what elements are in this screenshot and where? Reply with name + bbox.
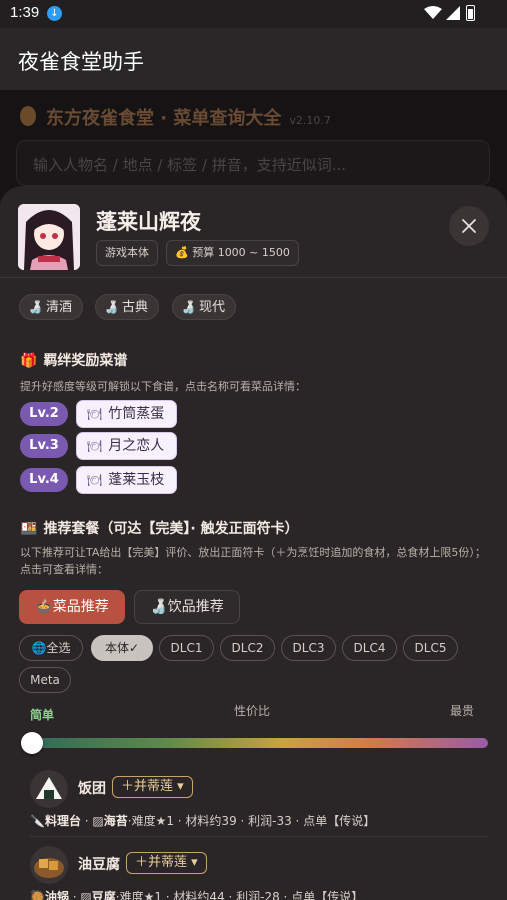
fried-tofu-icon <box>30 846 68 884</box>
app-bar: 夜雀食堂助手 <box>0 28 507 90</box>
bond-dish-label: 月之恋人 <box>108 438 165 454</box>
dish-tool: 油锅 <box>44 890 69 900</box>
level-badge: Lv.2 <box>20 402 68 426</box>
status-bar: 1:39 ↓ <box>0 0 507 28</box>
dish-meta: 🥘油锅 · ▨豆腐·难度★1 · 材料约44 · 利润-28 · 点单【传说】 <box>30 888 363 900</box>
recommend-section-title: 🍱 推荐套餐（可达【完美】· 触发正面符卡） <box>20 518 299 538</box>
dish-meta-text: ·难度★1 · 材料约44 · 利润-28 · 点单【传说】 <box>115 890 364 900</box>
bond-dish-label: 竹筒蒸蛋 <box>108 406 165 422</box>
background-title-text: 东方夜雀食堂 · 菜单查询大全 <box>46 108 282 129</box>
add-ingredient-label: ＋并蒂莲 <box>135 855 188 870</box>
filter-meta[interactable]: Meta <box>19 667 71 693</box>
add-ingredient-label: ＋并蒂莲 <box>121 779 174 794</box>
bond-dish-link[interactable]: 🍽 蓬莱玉枝 <box>76 466 178 494</box>
signal-icon <box>446 6 460 20</box>
search-placeholder: 输入人物名 / 地点 / 标签 / 拼音，支持近似词... <box>33 156 347 174</box>
filter-all[interactable]: 🌐全选 <box>19 635 83 661</box>
dish-meta-text: ·难度★1 · 材料约39 · 利润-33 · 点单【传说】 <box>127 814 376 828</box>
status-time: 1:39 <box>10 4 40 21</box>
dish-ingredient: 豆腐 <box>91 890 116 900</box>
bond-dish-link[interactable]: 🍽 竹筒蒸蛋 <box>76 400 178 428</box>
close-icon <box>462 219 476 233</box>
tab-drink-label: 饮品推荐 <box>167 599 224 615</box>
drink-tag-chip[interactable]: 🍶 古典 <box>95 294 159 320</box>
tab-dish-label: 菜品推荐 <box>52 599 109 615</box>
drink-tag-label: 古典 <box>121 300 148 315</box>
filter-dlc1[interactable]: DLC1 <box>159 635 214 661</box>
slider-label-expensive: 最贵 <box>450 704 475 718</box>
price-slider-track[interactable] <box>30 738 488 748</box>
plate-icon: 🍽 <box>87 407 103 421</box>
budget-tag: 💰 预算 1000 ~ 1500 <box>166 240 299 266</box>
dish-name[interactable]: 油豆腐 <box>78 854 120 874</box>
wifi-icon <box>424 6 442 19</box>
drink-tag-label: 清酒 <box>45 300 72 315</box>
close-button[interactable] <box>449 206 489 246</box>
filter-base-game[interactable]: 本体✓ <box>91 635 153 661</box>
drink-tag-chip[interactable]: 🍶 清酒 <box>19 294 83 320</box>
ingredient-icon: ▨ <box>80 890 92 900</box>
filter-dlc5[interactable]: DLC5 <box>403 635 458 661</box>
bond-section-desc: 提升好感度等级可解锁以下食谱，点击名称可看菜品详情： <box>20 380 306 393</box>
chopsticks-icon: 🍱 <box>20 521 38 537</box>
slider-label-value: 性价比 <box>234 704 271 718</box>
dish-name[interactable]: 饭团 <box>78 778 106 798</box>
gift-icon: 🎁 <box>20 353 38 369</box>
onigiri-icon <box>30 770 68 808</box>
add-ingredient-tag[interactable]: ＋并蒂莲 ▾ <box>126 852 207 874</box>
bond-title-text: 羁绊奖励菜谱 <box>43 353 128 369</box>
recommend-title-text: 推荐套餐（可达【完美】· 触发正面符卡） <box>43 521 299 537</box>
slider-label-simple: 简单 <box>30 708 55 722</box>
ingredient-icon: ▨ <box>92 814 104 828</box>
knife-icon: 🔪 <box>30 814 45 828</box>
app-title: 夜雀食堂助手 <box>18 50 144 74</box>
background-page: 东方夜雀食堂 · 菜单查询大全 v2.10.7 输入人物名 / 地点 / 标签 /… <box>0 90 507 200</box>
drink-tag-label: 现代 <box>198 300 225 315</box>
background-title: 东方夜雀食堂 · 菜单查询大全 v2.10.7 <box>46 104 331 130</box>
source-tag: 游戏本体 <box>96 240 158 266</box>
bowl-icon: 🍲 <box>35 599 53 615</box>
plate-icon: 🍽 <box>87 473 103 487</box>
level-badge: Lv.4 <box>20 468 68 492</box>
filter-dlc4[interactable]: DLC4 <box>342 635 397 661</box>
tab-dish-recommend[interactable]: 🍲菜品推荐 <box>19 590 125 624</box>
character-avatar <box>18 204 80 270</box>
filter-dlc2[interactable]: DLC2 <box>220 635 275 661</box>
add-ingredient-tag[interactable]: ＋并蒂莲 ▾ <box>112 776 193 798</box>
recommend-section-desc: 以下推荐可让TA给出【完美】评价、放出正面符卡（＋为烹饪时追加的食材，总食材上限… <box>20 546 486 576</box>
bottle-icon: 🍶 <box>150 599 168 615</box>
character-name: 蓬莱山辉夜 <box>96 210 201 234</box>
search-input: 输入人物名 / 地点 / 标签 / 拼音，支持近似词... <box>16 140 490 186</box>
lantern-icon <box>20 106 36 126</box>
bottle-icon: 🍶 <box>28 300 43 314</box>
dish-tool: 料理台 <box>44 814 81 828</box>
battery-icon <box>466 5 475 21</box>
dish-meta: 🔪料理台 · ▨海苔·难度★1 · 材料约39 · 利润-33 · 点单【传说】 <box>30 814 376 828</box>
bond-section-title: 🎁 羁绊奖励菜谱 <box>20 350 127 370</box>
bond-dish-label: 蓬莱玉枝 <box>108 472 165 488</box>
download-icon: ↓ <box>47 6 62 21</box>
bond-dish-link[interactable]: 🍽 月之恋人 <box>76 432 178 460</box>
price-slider-thumb[interactable] <box>21 732 43 754</box>
tab-drink-recommend[interactable]: 🍶饮品推荐 <box>134 590 240 624</box>
level-badge: Lv.3 <box>20 434 68 458</box>
pot-icon: 🥘 <box>30 890 45 900</box>
dish-ingredient: 海苔 <box>103 814 128 828</box>
bottle-icon: 🍶 <box>104 300 119 314</box>
version-label: v2.10.7 <box>289 114 331 127</box>
divider <box>30 836 488 837</box>
sheet-header: 蓬莱山辉夜 游戏本体 💰 预算 1000 ~ 1500 <box>0 186 507 278</box>
character-detail-sheet: 蓬莱山辉夜 游戏本体 💰 预算 1000 ~ 1500 🍶 清酒 🍶 古典 🍶 现代 … <box>0 186 507 900</box>
plate-icon: 🍽 <box>87 439 103 453</box>
filter-dlc3[interactable]: DLC3 <box>281 635 336 661</box>
drink-tag-chip[interactable]: 🍶 现代 <box>172 294 236 320</box>
bottle-icon: 🍶 <box>181 300 196 314</box>
